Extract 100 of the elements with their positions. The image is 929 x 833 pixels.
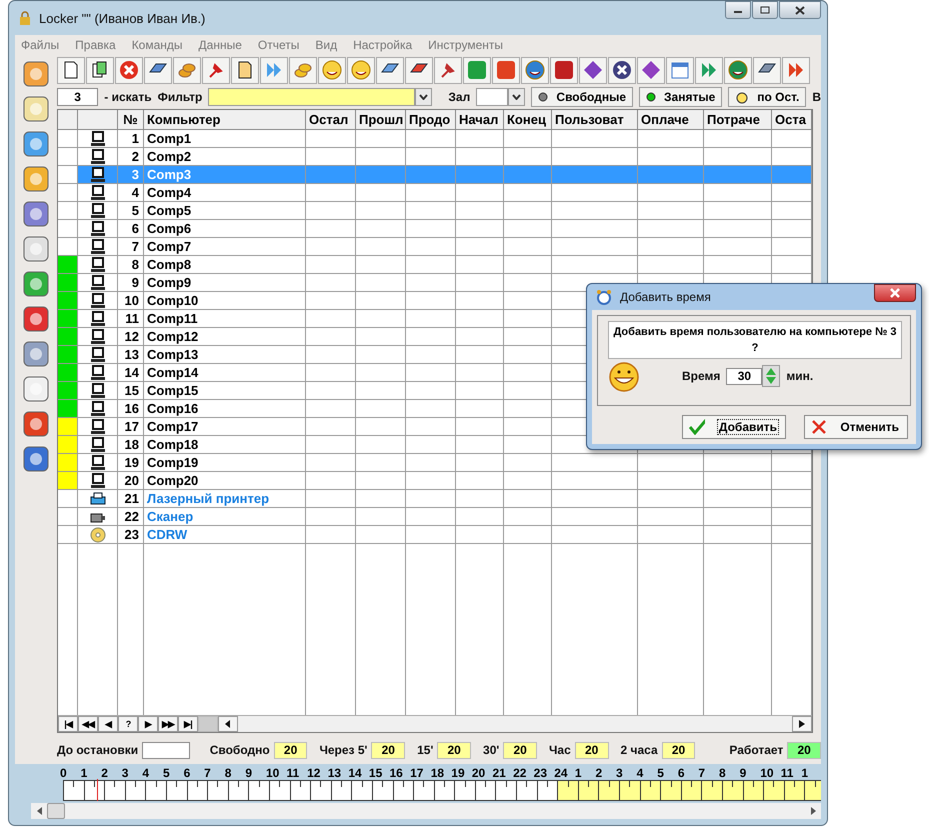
menu-item[interactable]: Файлы (21, 38, 60, 52)
table-row[interactable]: 8 Comp8 (58, 256, 812, 274)
menu-item[interactable]: Правка (75, 38, 116, 52)
dialog-title: Добавить время (620, 290, 712, 304)
close-button[interactable] (874, 284, 916, 302)
stop-field[interactable] (142, 742, 190, 758)
copy-icon[interactable] (86, 56, 114, 84)
maximize-button[interactable] (752, 1, 778, 19)
navigation-button[interactable]: ▶ (138, 716, 158, 732)
column-header[interactable]: № (118, 110, 144, 130)
number-cell: 17 (118, 418, 144, 436)
table-row[interactable]: 6 Comp6 (58, 220, 812, 238)
computer-icon (90, 364, 106, 380)
scroll-right-button[interactable] (792, 716, 812, 732)
computer-icon (90, 472, 106, 488)
table-row[interactable]: 21 Лазерный принтер (58, 490, 812, 508)
table-row[interactable]: 22 Сканер (58, 508, 812, 526)
computer-icon (90, 400, 106, 416)
menu-item[interactable]: Вид (315, 38, 338, 52)
scroll-thumb[interactable] (47, 803, 65, 819)
column-header[interactable]: Конец (504, 110, 552, 130)
dropdown-button[interactable] (508, 88, 526, 106)
scroll-thumb[interactable] (198, 716, 218, 732)
menu-item[interactable]: Команды (132, 38, 183, 52)
close-button[interactable] (779, 1, 821, 19)
hour-label: 18 (430, 766, 446, 780)
cross-icon[interactable] (608, 56, 636, 84)
dropdown-button[interactable] (414, 88, 432, 106)
hour-label: 20 (472, 766, 486, 780)
navigation-button[interactable]: ? (118, 716, 138, 732)
smile-icon[interactable] (347, 56, 375, 84)
column-header[interactable] (78, 110, 118, 130)
menu-item[interactable]: Данные (198, 38, 242, 52)
table-row[interactable]: 1 Comp1 (58, 130, 812, 148)
document-icon[interactable] (57, 56, 85, 84)
name-cell: Comp19 (144, 454, 306, 472)
lock-icon (19, 11, 31, 25)
face-icon[interactable] (318, 56, 346, 84)
name-cell: Comp10 (144, 292, 306, 310)
column-header[interactable]: Компьютер (144, 110, 306, 130)
sort-button[interactable]: по Ост. (728, 87, 806, 107)
coins-icon[interactable] (173, 56, 201, 84)
menu-item[interactable]: Настройка (353, 38, 412, 52)
stat-label: 15' (417, 743, 434, 757)
table-row[interactable]: 7 Comp7 (58, 238, 812, 256)
computer-icon (90, 220, 106, 236)
calendar-icon[interactable] (666, 56, 694, 84)
number-cell: 3 (118, 166, 144, 184)
hour-label: 23 (534, 766, 548, 780)
scroll-left-button[interactable] (218, 716, 238, 732)
status-filter-button[interactable]: Занятые (639, 87, 722, 107)
right-arrow-icon (810, 807, 816, 815)
count-field[interactable]: 3 (57, 88, 98, 106)
table-row[interactable]: 20 Comp20 (58, 472, 812, 490)
name-cell: CDRW (144, 526, 306, 544)
column-header[interactable]: Пользоват (552, 110, 638, 130)
hour-label: 8 (224, 766, 232, 780)
table-row[interactable]: 5 Comp5 (58, 202, 812, 220)
search-label: - искать (104, 90, 152, 104)
name-cell: Comp11 (144, 310, 306, 328)
column-header[interactable]: Продо (406, 110, 456, 130)
hour-label: 1 (801, 766, 810, 780)
name-cell: Comp8 (144, 256, 306, 274)
hour-label: 3 (616, 766, 624, 780)
table-row[interactable]: 23 CDRW (58, 526, 812, 544)
filter-field[interactable] (208, 88, 415, 106)
time-field[interactable]: 30 (726, 368, 762, 384)
column-header[interactable]: Прошл (356, 110, 406, 130)
hour-label: 19 (451, 766, 466, 780)
computer-icon (90, 382, 106, 398)
status-filter-button[interactable]: Свободные (531, 87, 633, 107)
navigation-button[interactable]: ▶▶ (158, 716, 178, 732)
column-header[interactable]: Потраче (704, 110, 772, 130)
cancel-button[interactable]: Отменить (804, 415, 908, 439)
hour-label: 12 (307, 766, 322, 780)
minimize-button[interactable] (725, 1, 751, 19)
menu-item[interactable]: Инструменты (428, 38, 503, 52)
column-header[interactable]: Начал (456, 110, 504, 130)
close-icon[interactable] (115, 56, 143, 84)
column-header[interactable] (58, 110, 78, 130)
column-header[interactable]: Остал (306, 110, 356, 130)
hour-label: 1 (80, 766, 88, 780)
table-row[interactable]: 19 Comp19 (58, 454, 812, 472)
add-button[interactable]: Добавить (682, 415, 786, 439)
window-title: Locker "" (Иванов Иван Ив.) (39, 10, 206, 26)
cross-icon (811, 419, 826, 435)
name-cell: Comp9 (144, 274, 306, 292)
navigation-button[interactable]: |◀ (58, 716, 78, 732)
column-header[interactable]: Оплаче (638, 110, 704, 130)
table-row[interactable]: 4 Comp4 (58, 184, 812, 202)
navigation-button[interactable]: ◀◀ (78, 716, 98, 732)
column-header[interactable]: Оста (772, 110, 812, 130)
hour-label: 2 (101, 766, 109, 780)
number-cell: 21 (118, 490, 144, 508)
navigation-button[interactable]: ◀ (98, 716, 118, 732)
hall-field[interactable] (476, 88, 508, 106)
menu-item[interactable]: Отчеты (258, 38, 300, 52)
hour-label: 7 (204, 766, 212, 780)
navigation-button[interactable]: ▶| (178, 716, 198, 732)
close-icon (795, 6, 805, 14)
